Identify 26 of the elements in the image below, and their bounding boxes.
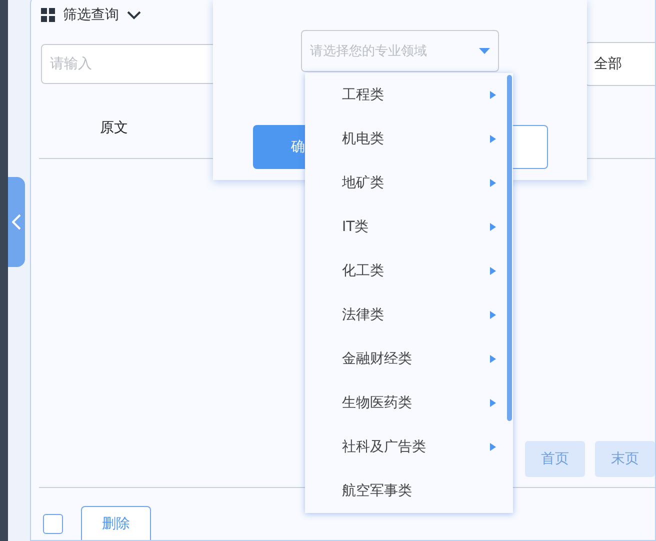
caret-icon: [490, 443, 496, 451]
caret-icon: [490, 223, 496, 231]
menu-item[interactable]: 航空军事类: [305, 469, 513, 513]
dropdown-arrow-icon: [479, 48, 490, 54]
panel-title: 筛选查询: [63, 6, 119, 24]
menu-item[interactable]: 社科及广告类: [305, 425, 513, 469]
chevron-down-icon[interactable]: [127, 10, 141, 20]
menu-item[interactable]: 金融财经类: [305, 337, 513, 381]
scope-select[interactable]: 全部: [585, 42, 655, 86]
caret-icon: [490, 91, 496, 99]
caret-icon: [490, 267, 496, 275]
caret-icon: [490, 355, 496, 363]
menu-item[interactable]: 法律类: [305, 293, 513, 337]
chevron-left-icon: [12, 214, 21, 230]
menu-item[interactable]: IT类: [305, 205, 513, 249]
column-header: 原文: [100, 119, 128, 137]
collapse-tab[interactable]: [8, 177, 25, 267]
scrollbar[interactable]: [507, 75, 512, 421]
caret-icon: [490, 135, 496, 143]
grid-icon: [41, 8, 55, 22]
menu-item[interactable]: 生物医药类: [305, 381, 513, 425]
caret-icon: [490, 399, 496, 407]
caret-icon: [490, 179, 496, 187]
menu-item[interactable]: 化工类: [305, 249, 513, 293]
caret-icon: [490, 311, 496, 319]
select-all-checkbox[interactable]: [43, 514, 63, 534]
